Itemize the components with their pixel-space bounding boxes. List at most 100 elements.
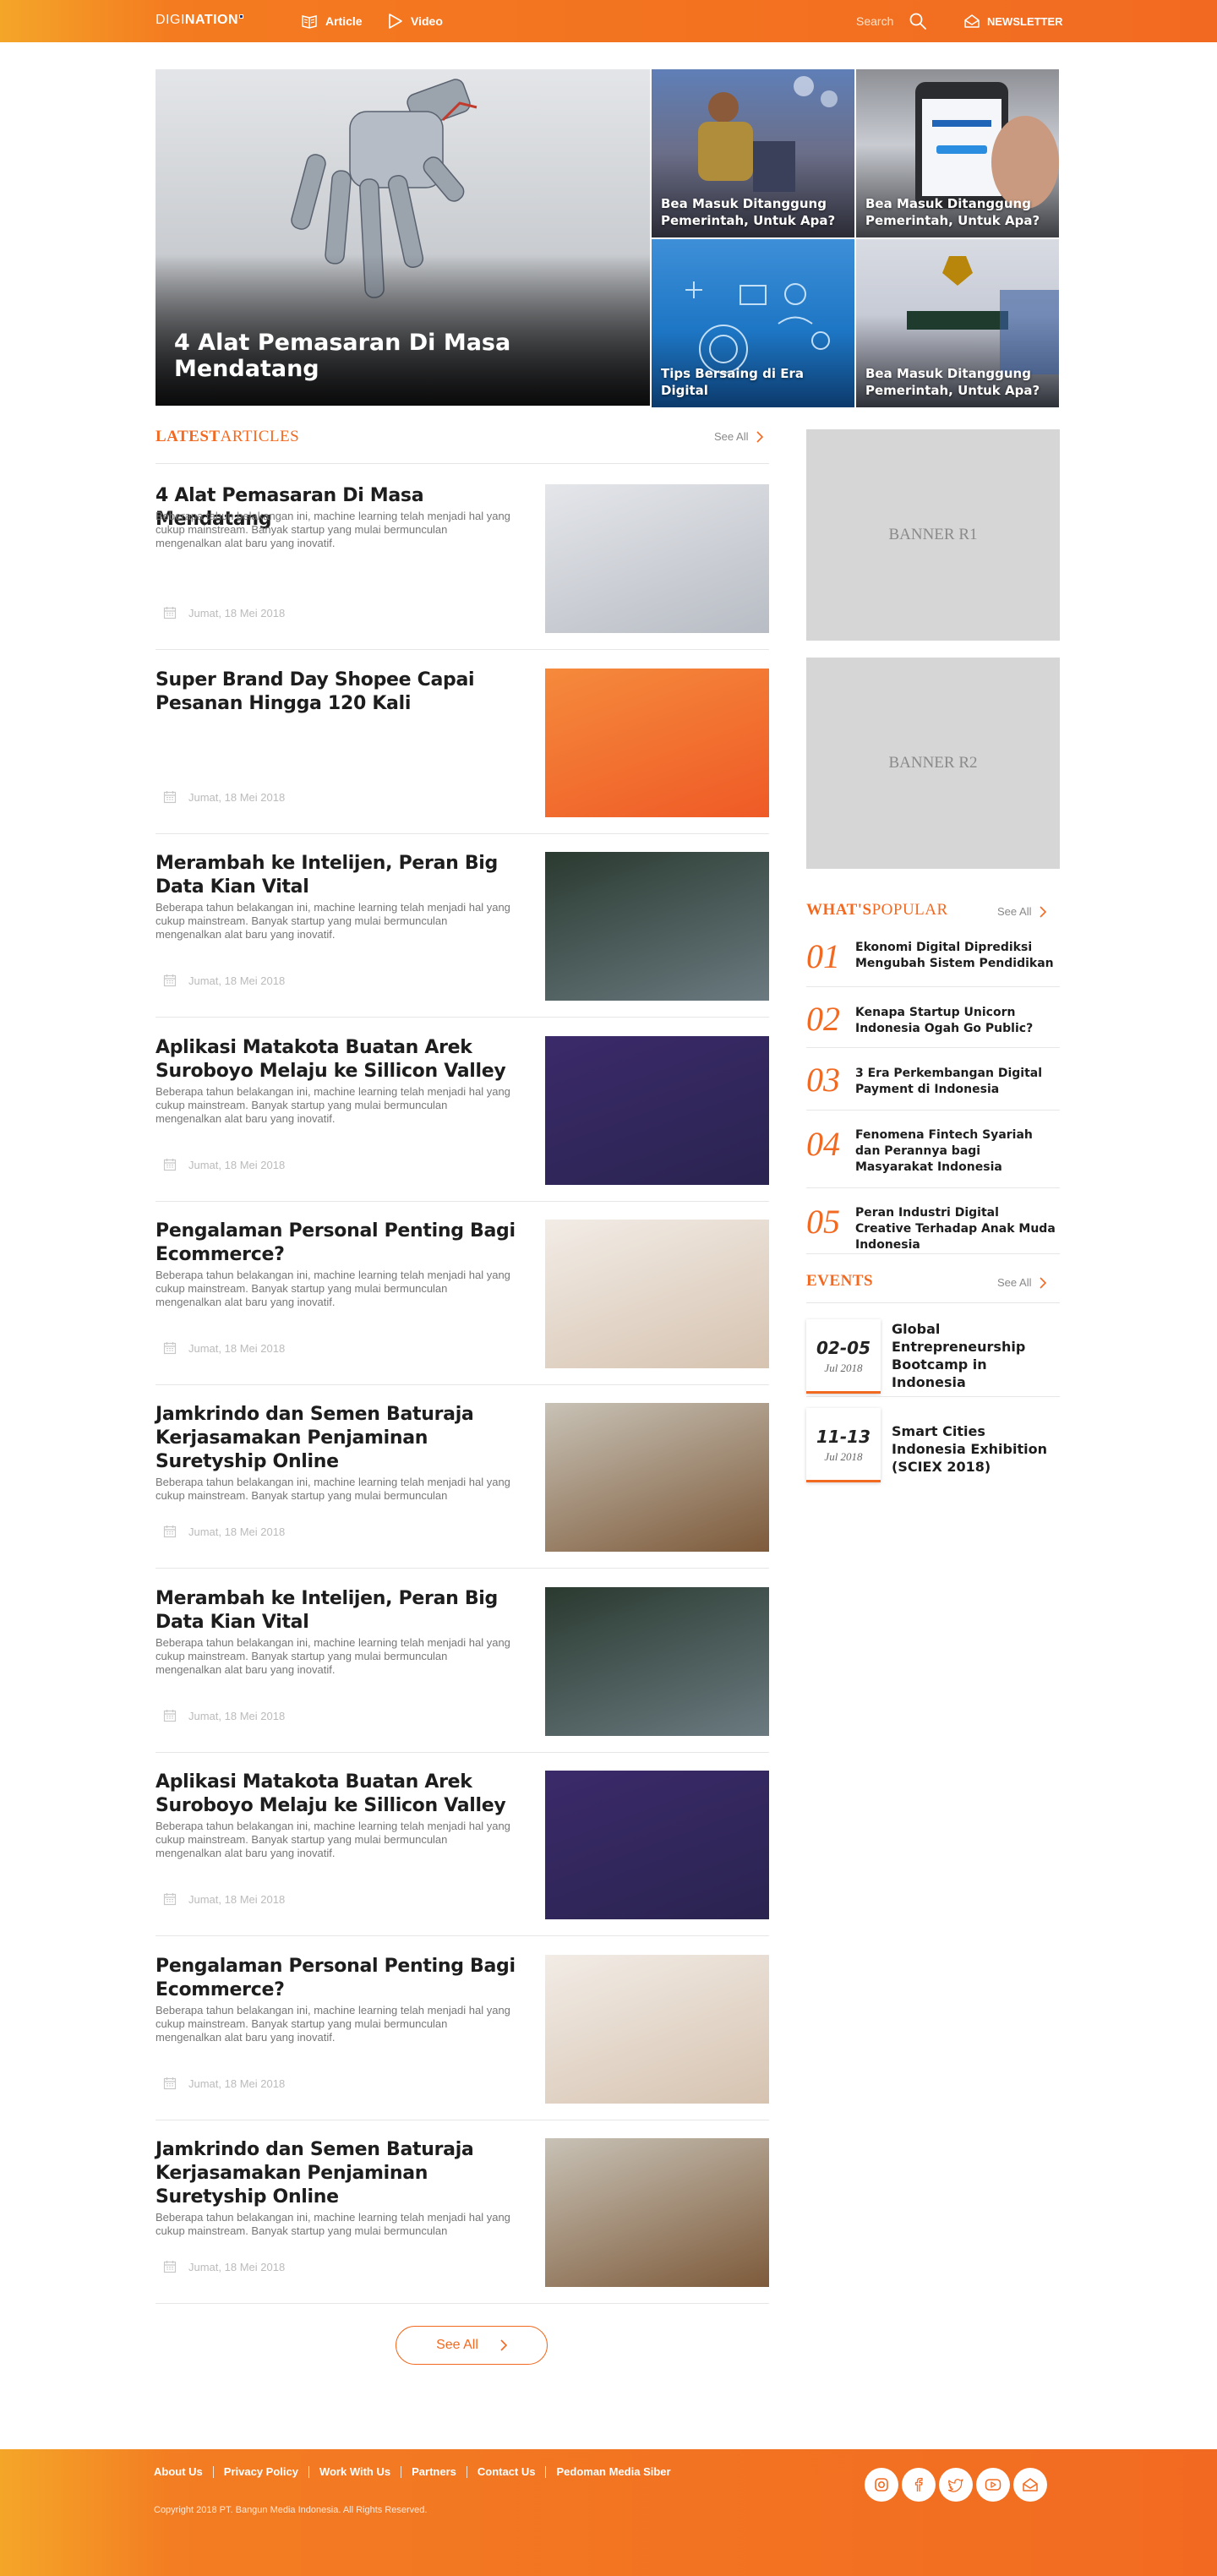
article-excerpt: Beberapa tahun belakangan ini, machine l… [156,510,510,549]
hero-tile-3[interactable]: Tips Bersaing di Era Digital [652,239,854,407]
banner-r1[interactable]: BANNER R1 [806,429,1060,641]
nav-video[interactable]: Video [388,12,443,30]
article-card[interactable]: Jamkrindo dan Semen Baturaja Kerjasamaka… [156,2120,769,2304]
chevron-right-icon [1040,1276,1047,1289]
book-icon [302,15,317,29]
event-item[interactable]: 02-05 Jul 2018 Global Entrepreneurship Bo… [806,1308,1060,1397]
popular-rank: 02 [806,1000,840,1038]
server-rack-thumbnail[interactable] [545,1587,769,1736]
article-date: Jumat, 18 Mei 2018 [163,606,285,619]
youtube-icon[interactable] [976,2468,1010,2502]
chevron-right-icon [1040,905,1047,918]
newsletter-label: NEWSLETTER [987,14,1063,28]
hero-tile-2[interactable]: Bea Masuk Ditanggung Pemerintah, Untuk A… [856,69,1059,237]
article-title[interactable]: Merambah ke Intelijen, Peran Big Data Ki… [156,1587,521,1635]
footer-link[interactable]: Partners [401,2466,467,2478]
construction-site-thumbnail[interactable] [545,2138,769,2287]
article-card[interactable]: Merambah ke Intelijen, Peran Big Data Ki… [156,1569,769,1753]
popular-rank: 03 [806,1061,840,1099]
hero-tile-4-title: Bea Masuk Ditanggung Pemerintah, Untuk A… [865,366,1040,398]
popular-item[interactable]: 04 Fenomena Fintech Syariah dan Perannya … [806,1111,1060,1188]
article-date-text: Jumat, 18 Mei 2018 [188,974,286,987]
popular-title: Fenomena Fintech Syariah dan Perannya ba… [855,1128,1033,1174]
see-all-articles-button[interactable]: See All [396,2326,548,2365]
latest-articles-heading: LATESTARTICLES [156,428,299,446]
article-card[interactable]: Jamkrindo dan Semen Baturaja Kerjasamaka… [156,1384,769,1569]
popular-heading-bold: WHAT'S [806,901,872,919]
article-card[interactable]: 4 Alat Pemasaran Di Masa Mendatang Bebera… [156,466,769,650]
article-card[interactable]: Aplikasi Matakota Buatan Arek Suroboyo M… [156,1752,769,1936]
search-icon[interactable] [909,12,927,30]
article-card[interactable]: Aplikasi Matakota Buatan Arek Suroboyo M… [156,1018,769,1202]
latest-see-all-link[interactable]: See All [714,430,764,443]
twitter-icon[interactable] [939,2468,973,2502]
article-card[interactable]: Pengalaman Personal Penting Bagi Ecommer… [156,1201,769,1385]
site-logo[interactable]: DIGINATION [156,13,244,28]
article-excerpt: Beberapa tahun belakangan ini, machine l… [156,1269,510,1308]
calendar-icon [163,1710,177,1722]
popular-rank: 01 [806,937,840,975]
popular-item[interactable]: 05 Peran Industri Digital Creative Terhad… [806,1188,1060,1254]
chevron-right-icon [756,430,764,443]
play-icon [389,14,402,29]
footer-link[interactable]: About Us [154,2466,213,2478]
shopping-women-thumbnail[interactable] [545,1955,769,2104]
events-see-all-link[interactable]: See All [997,1276,1047,1289]
footer-link[interactable]: Contact Us [466,2466,546,2478]
newsletter-button[interactable]: NEWSLETTER [964,12,1063,30]
hero-tile-4[interactable]: Bea Masuk Ditanggung Pemerintah, Untuk A… [856,239,1059,407]
footer-link[interactable]: Work With Us [308,2466,401,2478]
shopping-women-thumbnail[interactable] [545,1220,769,1368]
popular-item[interactable]: 03 3 Era Perkembangan Digital Payment di … [806,1048,1060,1111]
article-date-text: Jumat, 18 Mei 2018 [188,606,286,619]
footer-link[interactable]: Privacy Policy [212,2466,308,2478]
article-date: Jumat, 18 Mei 2018 [163,2260,285,2273]
nav-article[interactable]: Article [301,12,363,30]
article-date-text: Jumat, 18 Mei 2018 [188,790,286,804]
article-card[interactable]: Merambah ke Intelijen, Peran Big Data Ki… [156,833,769,1018]
article-date-text: Jumat, 18 Mei 2018 [188,1341,286,1355]
popular-item[interactable]: 02 Kenapa Startup Unicorn Indonesia Ogah … [806,987,1060,1048]
instagram-icon[interactable] [865,2468,898,2502]
event-item[interactable]: 11-13 Jul 2018 Smart Cities Indonesia Exh… [806,1397,1060,1486]
event-date-box: 11-13 Jul 2018 [806,1408,881,1482]
award-ceremony-thumbnail[interactable] [545,1771,769,1919]
article-date: Jumat, 18 Mei 2018 [163,1158,285,1171]
hero-main-title: 4 Alat Pemasaran Di Masa Mendatang [174,330,511,382]
article-excerpt: Beberapa tahun belakangan ini, machine l… [156,2004,510,2044]
popular-see-all-link[interactable]: See All [997,905,1047,918]
article-date-text: Jumat, 18 Mei 2018 [188,1525,286,1538]
popular-title: Kenapa Startup Unicorn Indonesia Ogah Go… [855,1006,1034,1035]
article-card[interactable]: Super Brand Day Shopee Capai Pesanan Hin… [156,650,769,834]
latest-heading-bold: LATEST [156,428,221,445]
article-date: Jumat, 18 Mei 2018 [163,1525,285,1538]
article-title[interactable]: Super Brand Day Shopee Capai Pesanan Hin… [156,669,521,716]
hero-tile-1-title: Bea Masuk Ditanggung Pemerintah, Untuk A… [661,196,836,228]
email-icon[interactable] [1013,2468,1047,2502]
facebook-icon[interactable] [902,2468,936,2502]
award-ceremony-thumbnail[interactable] [545,1036,769,1185]
server-rack-thumbnail[interactable] [545,852,769,1001]
article-title[interactable]: Jamkrindo dan Semen Baturaja Kerjasamaka… [156,2138,521,2209]
hero-tile-1[interactable]: Bea Masuk Ditanggung Pemerintah, Untuk A… [652,69,854,237]
article-date: Jumat, 18 Mei 2018 [163,974,285,987]
article-date-text: Jumat, 18 Mei 2018 [188,2260,286,2273]
event-month: Jul 2018 [824,1450,863,1463]
article-card[interactable]: Pengalaman Personal Penting Bagi Ecommer… [156,1936,769,2120]
hero-main-story[interactable]: 4 Alat Pemasaran Di Masa Mendatang [156,69,650,406]
banner-r2[interactable]: BANNER R2 [806,658,1060,869]
article-date-text: Jumat, 18 Mei 2018 [188,1709,286,1722]
article-title[interactable]: Merambah ke Intelijen, Peran Big Data Ki… [156,852,521,899]
article-title[interactable]: Aplikasi Matakota Buatan Arek Suroboyo M… [156,1036,521,1083]
construction-site-thumbnail[interactable] [545,1403,769,1552]
article-title[interactable]: Pengalaman Personal Penting Bagi Ecommer… [156,1220,521,1267]
article-title[interactable]: Aplikasi Matakota Buatan Arek Suroboyo M… [156,1771,521,1818]
robot-hand-thumbnail[interactable] [545,484,769,633]
search-input[interactable]: Search [856,14,893,28]
footer-link[interactable]: Pedoman Media Siber [545,2466,680,2478]
article-title[interactable]: Pengalaman Personal Penting Bagi Ecommer… [156,1955,521,2002]
see-all-label: See All [997,1276,1032,1289]
article-title[interactable]: Jamkrindo dan Semen Baturaja Kerjasamaka… [156,1403,521,1474]
popular-item[interactable]: 01 Ekonomi Digital Diprediksi Mengubah Si… [806,928,1060,987]
shopee-pg-thumbnail[interactable] [545,669,769,817]
